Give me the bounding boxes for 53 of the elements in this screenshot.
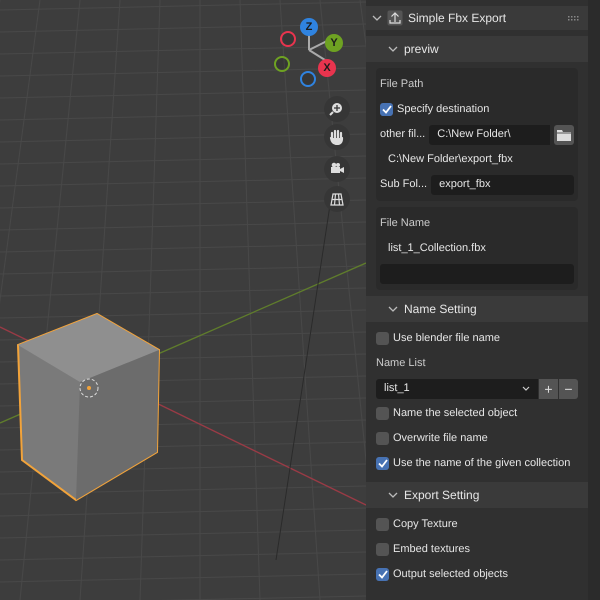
field-label: other fil... xyxy=(380,127,426,142)
checkbox-label[interactable]: Use blender file name xyxy=(393,330,500,347)
path-text: C:\New Folder\export_fbx xyxy=(387,152,513,168)
folder-icon[interactable] xyxy=(557,128,571,140)
axis-ring[interactable] xyxy=(274,56,290,72)
checkbox-label[interactable]: Copy Texture xyxy=(393,516,458,533)
add-button[interactable]: + xyxy=(539,378,558,398)
caret-icon xyxy=(522,386,530,391)
input-field[interactable]: C:\New Folder\ xyxy=(429,124,550,144)
subpanel-header[interactable]: Name Setting xyxy=(366,296,588,322)
hand-icon[interactable] xyxy=(329,129,345,145)
axis-ring[interactable] xyxy=(300,71,316,87)
axis-ball[interactable]: X xyxy=(318,59,336,77)
field-label: Sub Fol... xyxy=(380,177,428,192)
checkbox-label[interactable]: Embed textures xyxy=(393,541,470,558)
checkbox-label[interactable]: Output selected objects xyxy=(393,566,508,583)
checkbox[interactable] xyxy=(376,543,389,556)
chevron-icon[interactable] xyxy=(388,46,398,52)
path-text: list_1_Collection.fbx xyxy=(387,241,486,256)
checkbox-label[interactable]: Specify destination xyxy=(397,101,490,118)
export-icon xyxy=(387,10,403,26)
subpanel-title: Name Setting xyxy=(404,301,477,318)
section-label: File Path xyxy=(380,77,424,92)
chevron-icon[interactable] xyxy=(372,14,382,22)
panel-title: Simple Fbx Export xyxy=(408,10,506,27)
checkbox[interactable] xyxy=(376,568,389,581)
checkbox-label[interactable]: Overwrite file name xyxy=(393,430,488,447)
subpanel-title: Export Setting xyxy=(404,487,480,504)
input-field[interactable]: export_fbx xyxy=(431,174,574,194)
checkbox-label[interactable]: Use the name of the given collection xyxy=(393,455,570,472)
subpanel-title: previw xyxy=(404,41,439,58)
checkbox[interactable] xyxy=(376,432,389,445)
section-label: File Name xyxy=(380,216,430,232)
checkbox[interactable] xyxy=(380,103,393,116)
axis-ball[interactable]: Z xyxy=(300,18,318,36)
dropdown-value: list_1 xyxy=(384,381,410,396)
checkbox[interactable] xyxy=(376,332,389,345)
axis-ball[interactable]: Y xyxy=(325,34,343,52)
dropdown[interactable]: list_1 xyxy=(376,378,538,398)
remove-button[interactable]: − xyxy=(559,378,578,398)
zoom-icon[interactable] xyxy=(329,101,345,117)
checkbox[interactable] xyxy=(376,518,389,531)
panel-header[interactable]: Simple Fbx Export xyxy=(366,6,588,30)
axis-ring[interactable] xyxy=(280,31,296,47)
checkbox[interactable] xyxy=(376,457,389,470)
chevron-icon[interactable] xyxy=(388,306,398,312)
grid-icon[interactable] xyxy=(329,191,345,207)
section-label: Name List xyxy=(376,356,426,372)
checkbox-label[interactable]: Name the selected object xyxy=(393,405,518,422)
subpanel-header[interactable]: previw xyxy=(366,36,588,62)
subpanel-header[interactable]: Export Setting xyxy=(366,482,588,508)
checkbox[interactable] xyxy=(376,407,389,420)
chevron-icon[interactable] xyxy=(388,492,398,498)
